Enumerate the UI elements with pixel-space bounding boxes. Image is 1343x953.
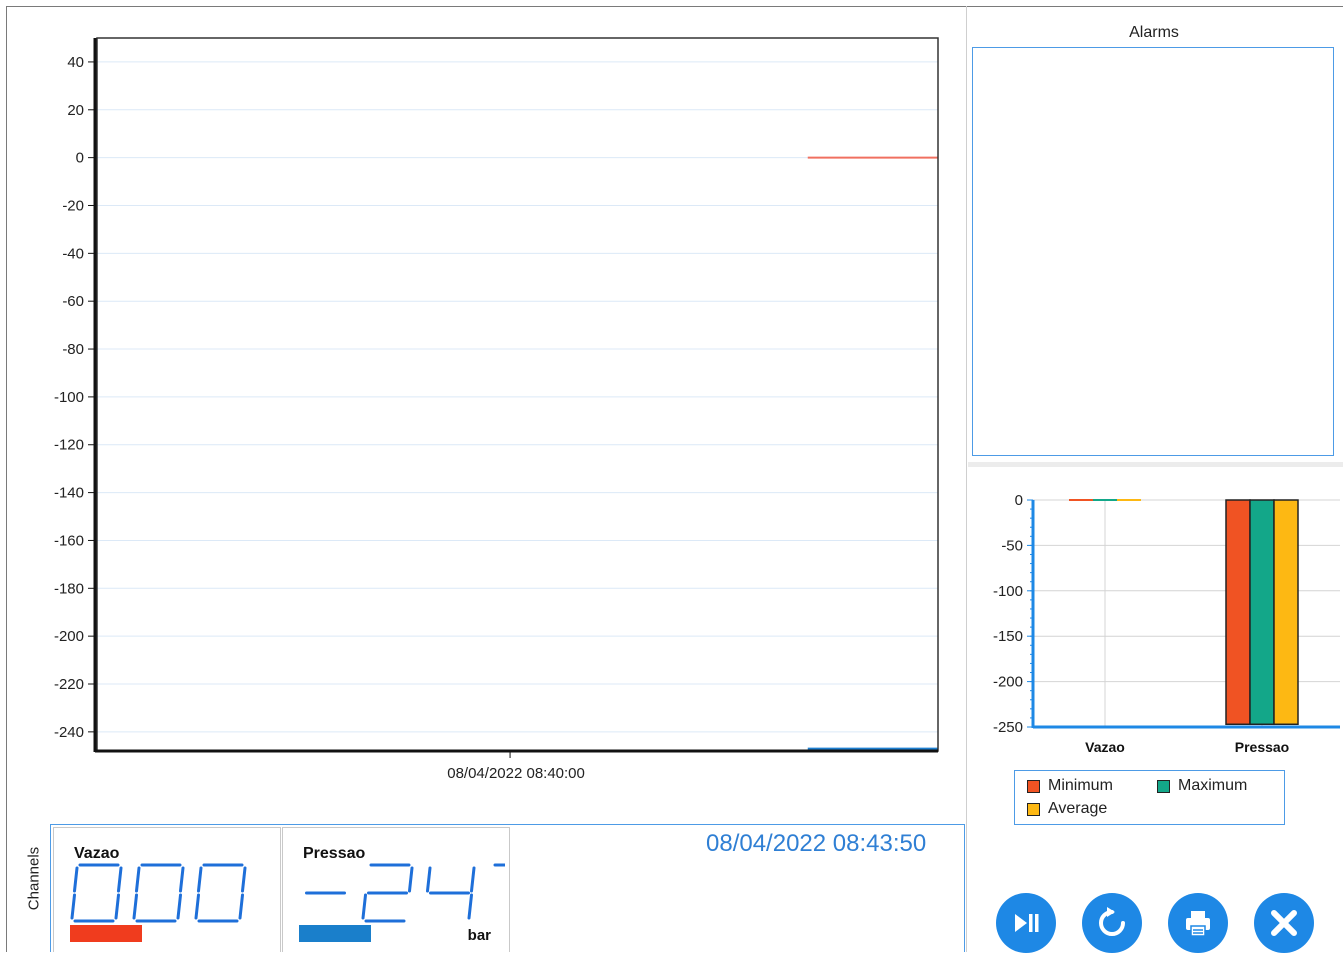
legend-swatch-minimum [1027, 779, 1040, 793]
segment-f [135, 866, 141, 893]
main-chart-y-tick-label: -160 [54, 532, 84, 549]
alarms-divider [968, 462, 1343, 467]
main-chart-y-tick-label: 20 [67, 102, 84, 119]
legend-label-minimum: Minimum [1048, 777, 1113, 794]
main-chart-plot-area [96, 37, 939, 752]
segment-c [467, 893, 473, 920]
main-chart-y-tick-label: -120 [54, 437, 84, 454]
main-chart-y-tick-label: 0 [76, 150, 84, 167]
channel-name-pressao: Pressao [303, 845, 366, 862]
bar-chart-y-tick-label: -200 [993, 674, 1023, 691]
legend-swatch-average [1027, 802, 1040, 816]
channel-card-pressao[interactable]: Pressao bar [282, 827, 510, 952]
current-datetime: 08/04/2022 08:43:50 [706, 830, 927, 857]
segment-b [117, 866, 123, 893]
close-icon [1271, 910, 1297, 936]
channels-label: Channels [18, 830, 50, 930]
panel-divider [966, 6, 967, 952]
close-button[interactable] [1254, 893, 1314, 953]
main-chart-y-tick-label: -40 [62, 245, 84, 262]
legend-label-maximum: Maximum [1178, 777, 1248, 794]
channel-unit-pressao: bar [467, 927, 491, 944]
main-chart-y-tick-label: -180 [54, 580, 84, 597]
main-line-chart: 40 20 0 -20 -40 -60 -80 -100 -120 -140 -160 -180 -20… [54, 37, 939, 782]
segment-b [408, 866, 414, 893]
bar-chart-y-tick-label: -150 [993, 628, 1023, 645]
main-chart-y-tick-label: -220 [54, 676, 84, 693]
alarms-list[interactable] [972, 47, 1334, 456]
legend-item-minimum: Minimum [1027, 777, 1113, 795]
segment-e [194, 893, 200, 920]
segment-f [197, 866, 203, 893]
channel-name-vazao: Vazao [74, 845, 120, 862]
segment-c [176, 893, 182, 920]
main-chart-y-tick-label: -200 [54, 628, 84, 645]
segment-c [114, 893, 120, 920]
main-chart-y-tick-label: -20 [62, 197, 84, 214]
printer-icon [1186, 911, 1210, 937]
segment-b [241, 866, 247, 893]
segment-b [179, 866, 185, 893]
segment-e [132, 893, 138, 920]
legend-swatch-maximum [1157, 779, 1170, 793]
main-chart-y-tick-label: -240 [54, 724, 84, 741]
segment-f [426, 866, 432, 893]
channel-display-vazao [70, 863, 247, 923]
main-chart-y-tick-label: -80 [62, 341, 84, 358]
bar-average-pressao [1273, 499, 1299, 726]
channel-color-bar-vazao [70, 925, 142, 942]
channel-display-pressao [305, 863, 505, 923]
print-button[interactable] [1168, 893, 1228, 953]
bar-chart-category-label: Pressao [1235, 739, 1289, 755]
bar-chart-y-tick-label: 0 [1015, 492, 1023, 509]
refresh-icon [1099, 907, 1125, 936]
channel-color-bar-pressao [299, 925, 371, 942]
legend-label-average: Average [1048, 800, 1108, 817]
main-chart-x-tick-label: 08/04/2022 08:40:00 [447, 765, 585, 782]
bar-chart-y-tick-label: -100 [993, 583, 1023, 600]
bar-chart-category-label: Vazao [1085, 739, 1125, 755]
bar-maximum-pressao [1249, 499, 1275, 726]
segment-b [470, 866, 476, 893]
segment-e [70, 893, 76, 920]
channel-card-vazao[interactable]: Vazao [53, 827, 281, 952]
segment-c [238, 893, 244, 920]
legend-item-average: Average [1027, 800, 1107, 818]
bar-chart-y-tick-label: -250 [993, 719, 1023, 736]
main-chart-y-tick-label: -140 [54, 485, 84, 502]
bar-chart-legend: Minimum Maximum Average [1014, 770, 1285, 825]
main-chart-y-tick-label: 40 [67, 54, 84, 71]
play-pause-button[interactable] [996, 893, 1056, 953]
main-chart-y-tick-label: -60 [62, 293, 84, 310]
segment-f [73, 866, 79, 893]
reset-button[interactable] [1082, 893, 1142, 953]
bar-minimum-pressao [1225, 499, 1251, 726]
statistics-bar-chart: 0 -50 -100 -150 -200 -250 Vazao Pressao [993, 492, 1340, 755]
segment-e [361, 893, 367, 920]
bar-chart-y-tick-label: -50 [1001, 537, 1023, 554]
alarms-title: Alarms [1129, 24, 1179, 41]
channels-label-text: Channels [25, 846, 43, 911]
play-pause-icon [1015, 914, 1039, 932]
legend-item-maximum: Maximum [1157, 777, 1247, 795]
main-chart-y-tick-label: -100 [54, 389, 84, 406]
